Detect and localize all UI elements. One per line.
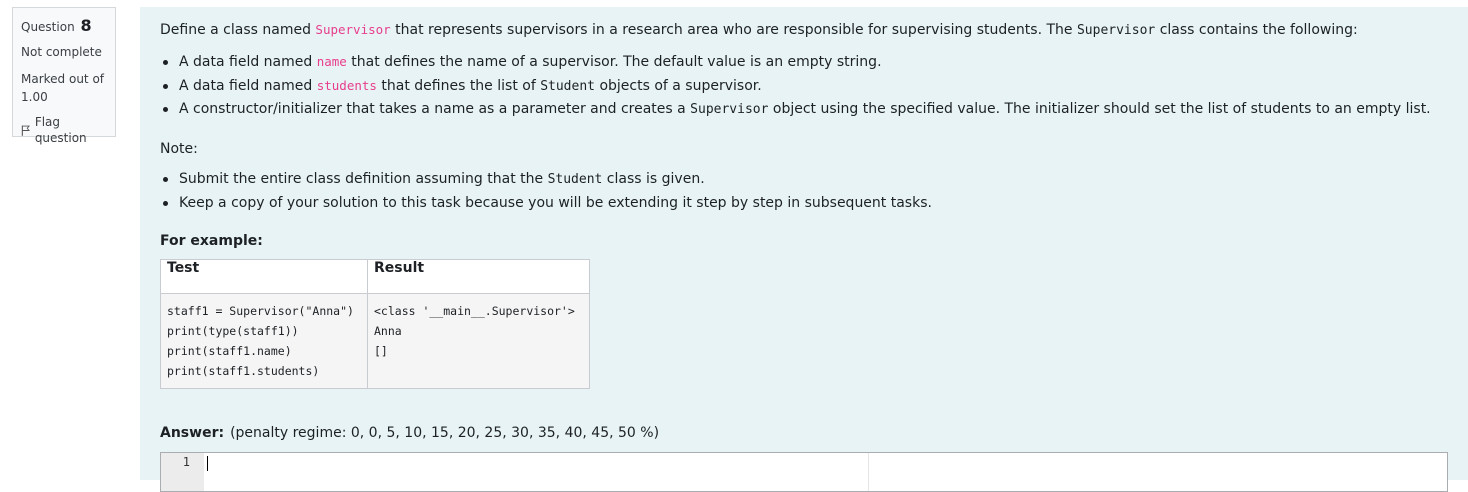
code-line: [] [374, 344, 388, 358]
intro-class-mono: Supervisor [1076, 23, 1156, 38]
bullet-text: that defines the list of [376, 77, 541, 94]
table-header-row: Test Result [160, 259, 590, 294]
code-line: print(staff1.name) [167, 344, 292, 358]
bullet-text: A data field named [179, 54, 317, 70]
example-label: For example: [160, 233, 263, 249]
bullet-text: that defines the name of a supervisor. T… [346, 54, 882, 70]
question-number-value: 8 [80, 16, 92, 35]
field-code: name [316, 54, 347, 69]
column-header-result: Result [367, 259, 590, 294]
question-grade: Marked out of 1.00 [21, 70, 107, 106]
requirements-list: A data field named name that defines the… [160, 52, 1431, 123]
flag-icon [21, 125, 30, 136]
print-margin [868, 453, 869, 491]
answer-header: Answer: (penalty regime: 0, 0, 5, 10, 15,… [160, 423, 659, 443]
note-label: Note: [160, 141, 198, 157]
intro-class-code: Supervisor [315, 22, 391, 37]
list-item: A data field named students that defines… [160, 76, 1431, 100]
note-text: Submit the entire class definition assum… [179, 171, 548, 187]
question-label: Question [21, 20, 75, 34]
class-mono: Supervisor [690, 102, 769, 117]
bullet-text: A constructor/initializer that takes a n… [179, 101, 691, 117]
code-line: print(staff1.students) [167, 364, 320, 378]
grade-value: 1.00 [21, 90, 48, 104]
class-mono: Student [547, 172, 603, 187]
text-cursor [207, 456, 208, 471]
code-line: Anna [374, 324, 402, 338]
list-item: A data field named name that defines the… [160, 52, 1431, 76]
table-row: staff1 = Supervisor("Anna") print(type(s… [160, 293, 590, 389]
question-state: Not complete [21, 45, 102, 59]
flag-question-label: Flag question [34, 115, 87, 145]
field-code: students [316, 77, 377, 93]
intro-text-1: Define a class named [160, 22, 316, 38]
flag-question-button[interactable]: Flag question [21, 114, 107, 146]
list-item: Submit the entire class definition assum… [160, 169, 932, 193]
column-header-test: Test [160, 259, 368, 294]
intro-text-2: that represents supervisors in a researc… [390, 22, 1077, 38]
code-line: staff1 = Supervisor("Anna") [167, 304, 354, 318]
answer-code-editor[interactable]: 1 [160, 452, 1448, 492]
bullet-text: object using the specified value. The in… [768, 101, 1431, 117]
list-item: Keep a copy of your solution to this tas… [160, 193, 932, 217]
penalty-regime: (penalty regime: 0, 0, 5, 10, 15, 20, 25… [230, 425, 660, 441]
class-mono: Student [540, 78, 595, 94]
example-table: Test Result staff1 = Supervisor("Anna") … [160, 259, 590, 389]
editor-gutter: 1 [161, 453, 204, 491]
bullet-text: objects of a supervisor. [595, 77, 762, 94]
code-line: print(type(staff1)) [167, 324, 299, 338]
question-content: Define a class named Supervisor that rep… [140, 7, 1468, 492]
question-intro: Define a class named Supervisor that rep… [160, 20, 1358, 41]
bullet-text: A data field named [179, 77, 317, 94]
answer-label: Answer: [160, 425, 225, 441]
note-text: class is given. [602, 171, 705, 187]
question-number: Question 8 [21, 15, 107, 38]
list-item: A constructor/initializer that takes a n… [160, 99, 1431, 123]
result-cell: <class '__main__.Supervisor'> Anna [] [367, 293, 590, 389]
code-line: <class '__main__.Supervisor'> [374, 304, 575, 318]
line-number: 1 [182, 455, 190, 469]
intro-text-3: class contains the following: [1155, 22, 1358, 38]
notes-list: Submit the entire class definition assum… [160, 169, 932, 216]
question-info-panel: Question 8 Not complete Marked out of 1.… [12, 7, 116, 145]
note-text: Keep a copy of your solution to this tas… [179, 194, 932, 211]
grade-label: Marked out of [21, 72, 105, 86]
test-cell: staff1 = Supervisor("Anna") print(type(s… [160, 293, 368, 389]
